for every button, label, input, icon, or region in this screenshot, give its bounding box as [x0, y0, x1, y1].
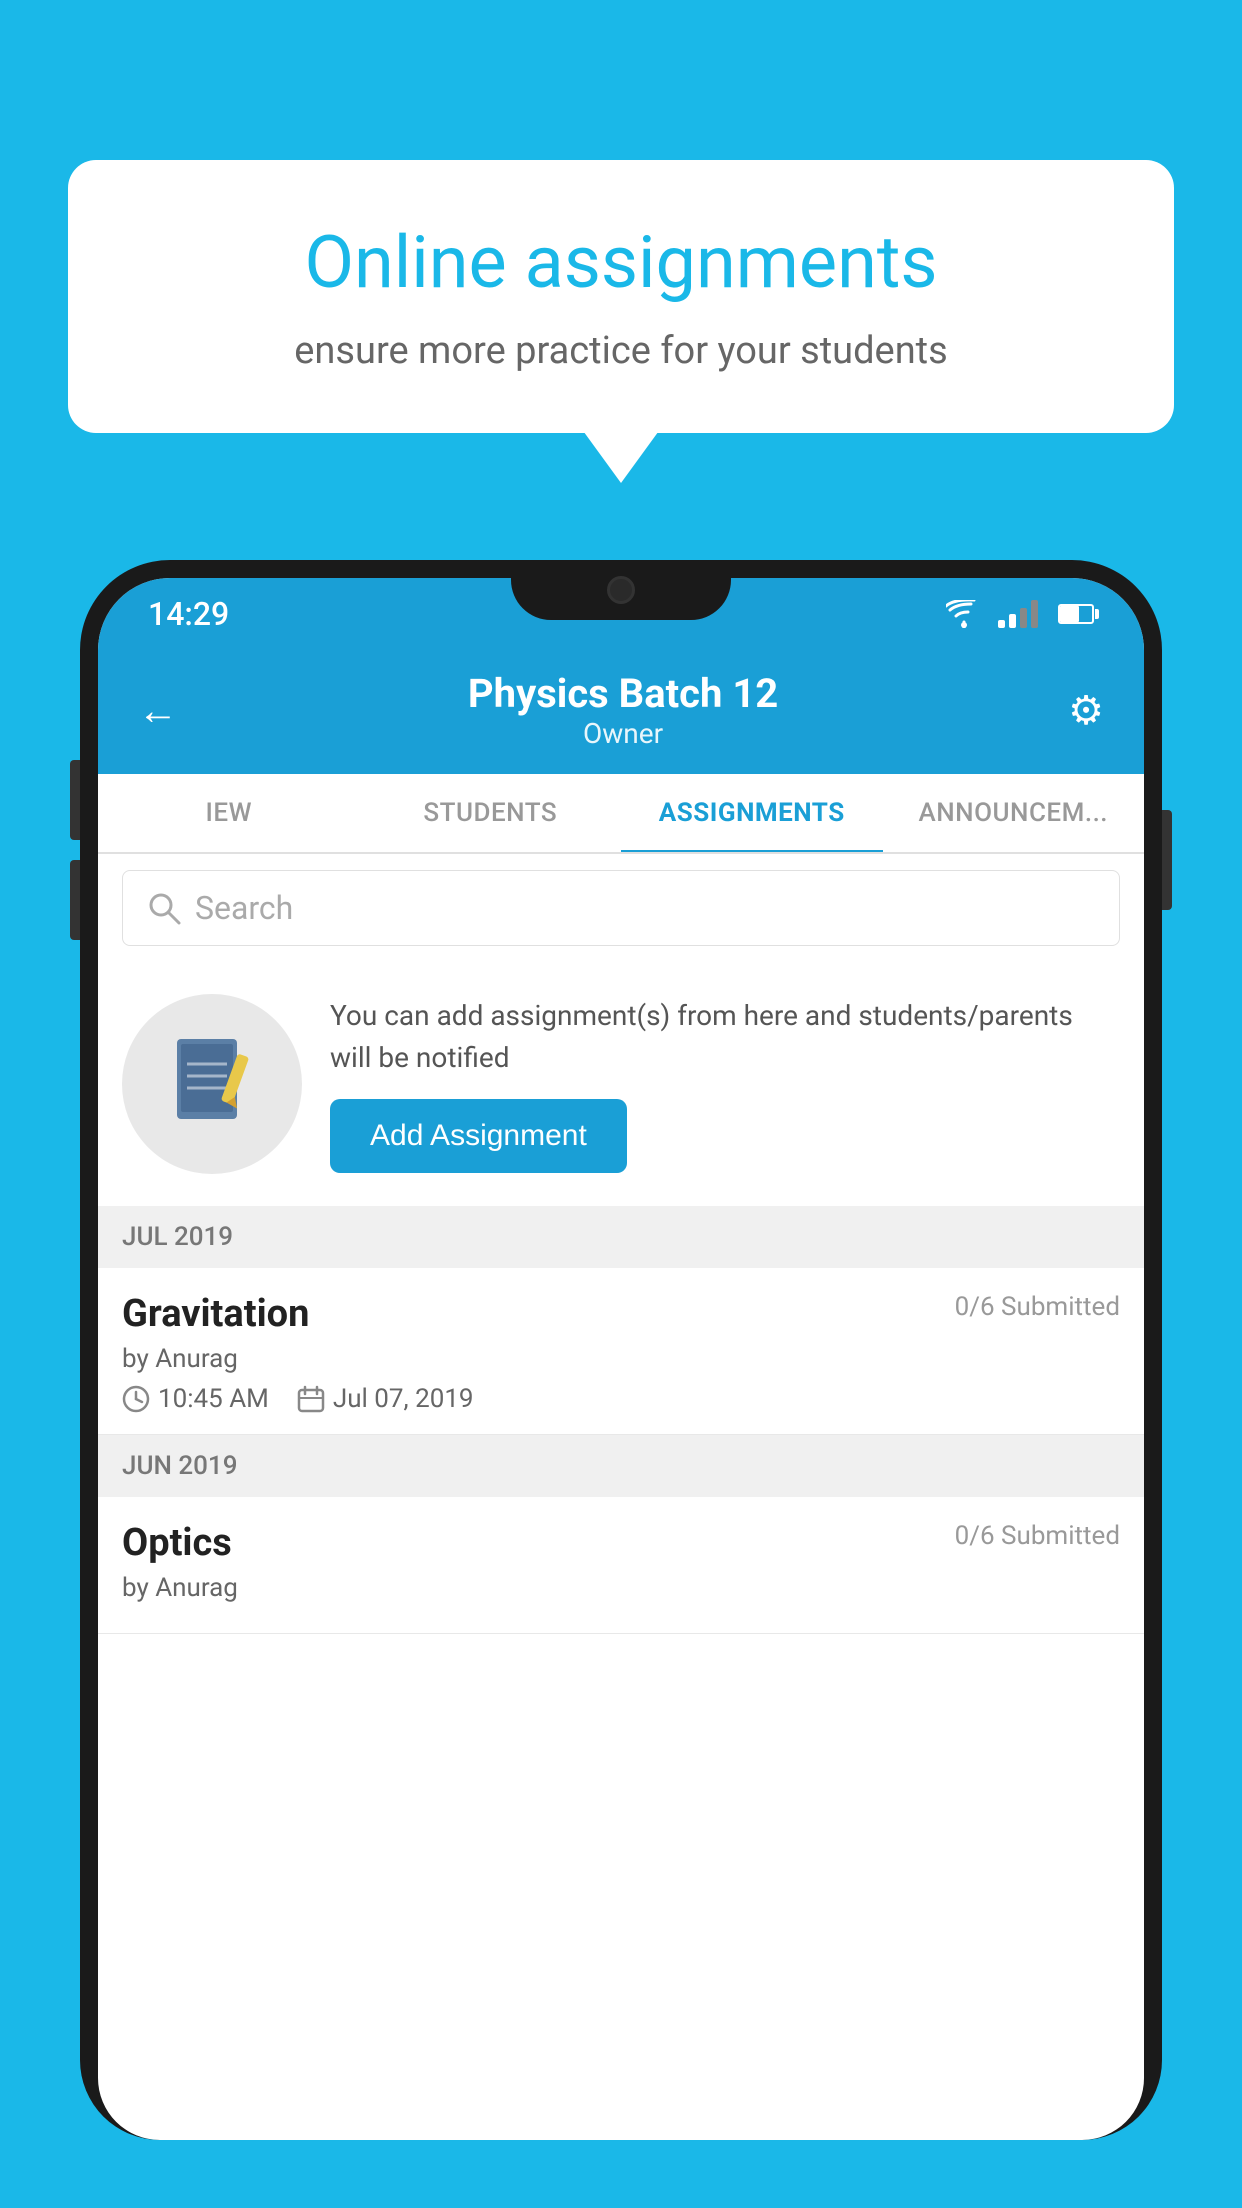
search-icon: [147, 891, 181, 925]
tab-overview[interactable]: IEW: [98, 774, 360, 852]
section-jun-2019: JUN 2019: [98, 1435, 1144, 1497]
front-camera: [607, 576, 635, 604]
section-jun-label: JUN 2019: [122, 1451, 237, 1481]
tab-bar: IEW STUDENTS ASSIGNMENTS ANNOUNCEM...: [98, 774, 1144, 854]
status-icons: [946, 600, 1094, 628]
assignment-date-gravitation: Jul 07, 2019: [333, 1384, 474, 1414]
phone-screen: 14:29: [98, 578, 1144, 2140]
tab-students[interactable]: STUDENTS: [360, 774, 622, 852]
tab-announcements[interactable]: ANNOUNCEM...: [883, 774, 1145, 852]
assignment-author-gravitation: by Anurag: [122, 1344, 1120, 1374]
status-time: 14:29: [148, 595, 229, 633]
battery-icon: [1058, 604, 1094, 624]
power-button: [1162, 810, 1172, 910]
back-button[interactable]: ←: [138, 687, 178, 734]
section-jul-label: JUL 2019: [122, 1222, 233, 1252]
meta-time-gravitation: 10:45 AM: [122, 1384, 269, 1414]
search-placeholder: Search: [195, 889, 293, 927]
submitted-badge-optics: 0/6 Submitted: [955, 1521, 1120, 1551]
bubble-title: Online assignments: [148, 220, 1094, 305]
tab-assignments[interactable]: ASSIGNMENTS: [621, 774, 883, 852]
info-text: You can add assignment(s) from here and …: [330, 995, 1120, 1173]
app-header: ← Physics Batch 12 Owner ⚙: [98, 650, 1144, 774]
phone-notch: [511, 560, 731, 620]
search-input-wrapper[interactable]: Search: [122, 870, 1120, 946]
info-description: You can add assignment(s) from here and …: [330, 995, 1120, 1079]
assignment-author-optics: by Anurag: [122, 1573, 1120, 1603]
assignment-icon-circle: [122, 994, 302, 1174]
header-subtitle: Owner: [468, 717, 778, 750]
info-section: You can add assignment(s) from here and …: [98, 962, 1144, 1206]
assignment-name-optics: Optics: [122, 1521, 232, 1565]
volume-button-down: [70, 860, 80, 940]
bubble-subtitle: ensure more practice for your students: [148, 329, 1094, 373]
assignment-meta-gravitation: 10:45 AM Jul 07, 2019: [122, 1384, 1120, 1414]
assignment-item-gravitation[interactable]: Gravitation 0/6 Submitted by Anurag: [98, 1268, 1144, 1435]
assignment-name-gravitation: Gravitation: [122, 1292, 309, 1336]
meta-date-gravitation: Jul 07, 2019: [297, 1384, 474, 1414]
signal-icon: [998, 600, 1038, 628]
assignment-time-gravitation: 10:45 AM: [158, 1384, 269, 1414]
wifi-icon: [946, 600, 982, 628]
submitted-badge-gravitation: 0/6 Submitted: [955, 1292, 1120, 1322]
volume-button-up: [70, 760, 80, 840]
clock-icon: [122, 1385, 150, 1413]
calendar-icon: [297, 1385, 325, 1413]
section-jul-2019: JUL 2019: [98, 1206, 1144, 1268]
settings-icon[interactable]: ⚙: [1068, 687, 1104, 734]
search-bar: Search: [98, 854, 1144, 962]
notebook-icon: [167, 1034, 257, 1134]
assignment-item-optics[interactable]: Optics 0/6 Submitted by Anurag: [98, 1497, 1144, 1634]
phone-frame: 14:29: [80, 560, 1162, 2208]
add-assignment-button[interactable]: Add Assignment: [330, 1099, 627, 1173]
header-center: Physics Batch 12 Owner: [468, 670, 778, 750]
header-title: Physics Batch 12: [468, 670, 778, 717]
speech-bubble: Online assignments ensure more practice …: [68, 160, 1174, 433]
